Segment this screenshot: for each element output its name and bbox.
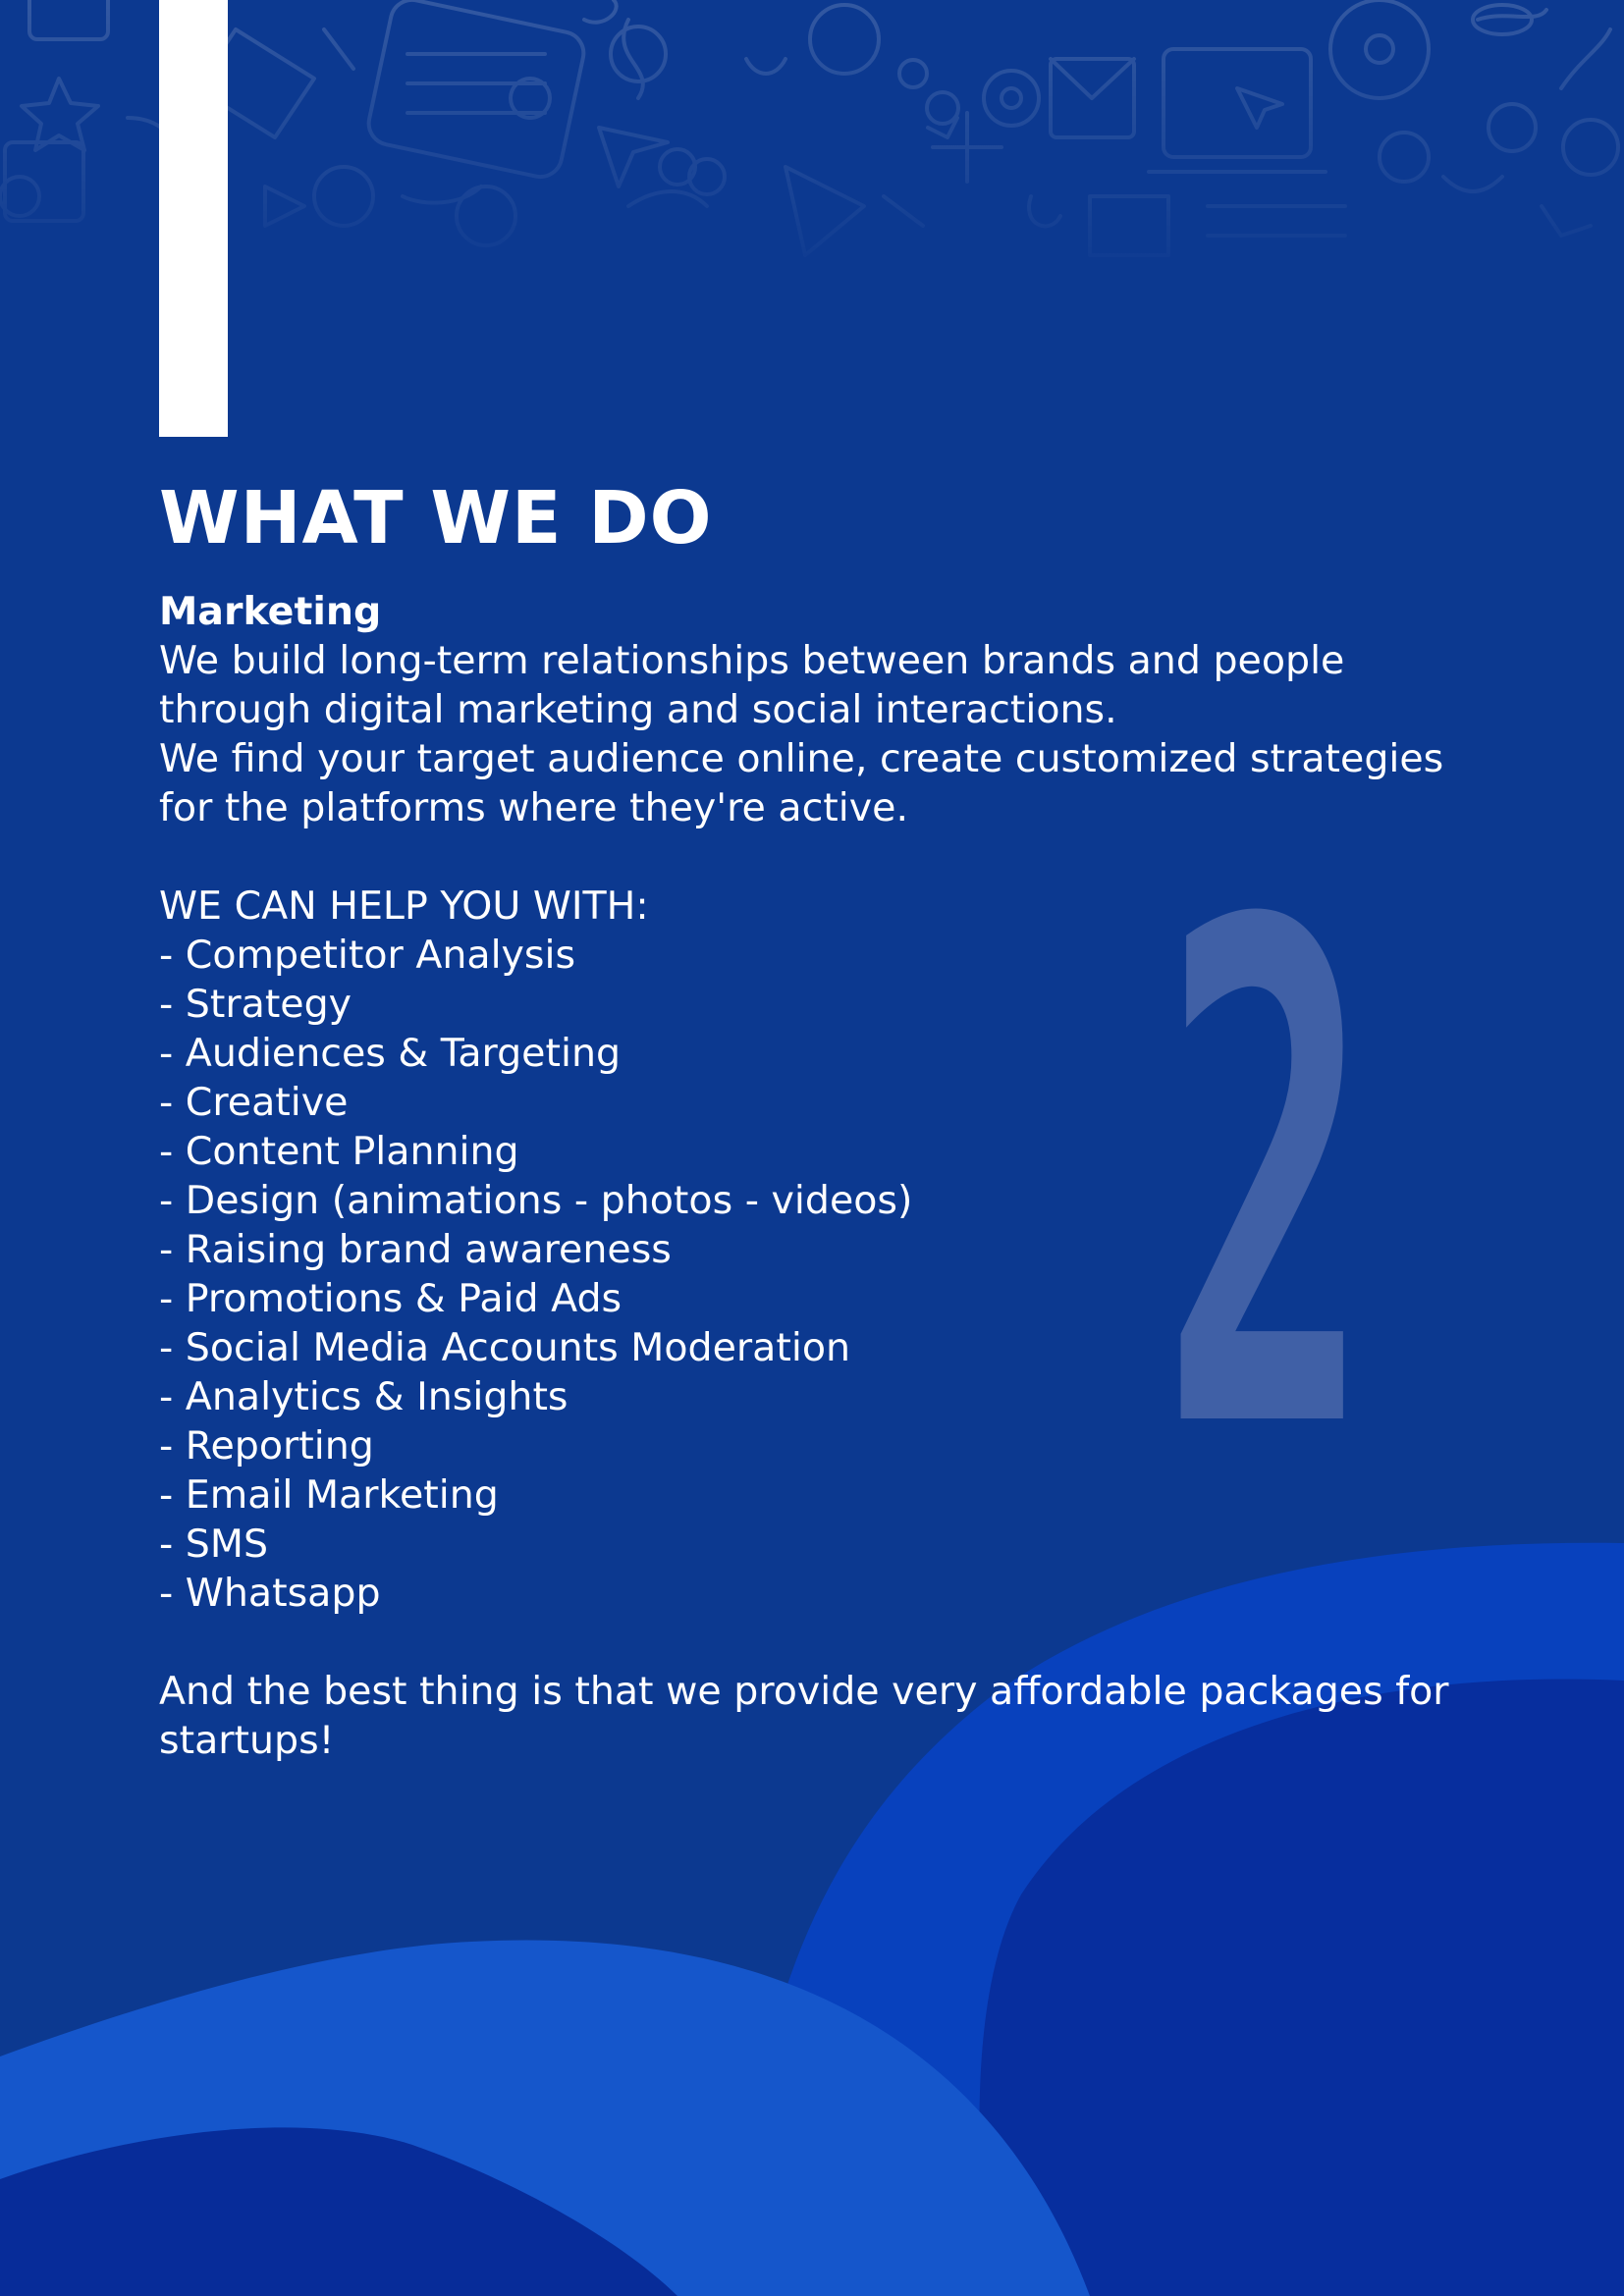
service-item: - Email Marketing — [159, 1472, 499, 1518]
brochure-page: 2 WHAT WE DO Marketing We build long-ter… — [0, 0, 1624, 2296]
service-item: - Design (animations - photos - videos) — [159, 1178, 913, 1223]
service-item: - Social Media Accounts Moderation — [159, 1325, 851, 1370]
service-item: - Strategy — [159, 982, 352, 1027]
intro-line: We build long-term relationships between… — [159, 638, 1345, 683]
section-heading: Marketing — [159, 589, 382, 634]
service-item: - Competitor Analysis — [159, 933, 576, 978]
service-item: - Reporting — [159, 1423, 374, 1468]
closing-line: startups! — [159, 1718, 335, 1763]
service-item: - Raising brand awareness — [159, 1227, 672, 1272]
service-item: - Creative — [159, 1080, 349, 1125]
page-title: WHAT WE DO — [159, 476, 713, 561]
marketing-section: Marketing We build long-term relationshi… — [159, 587, 1534, 1765]
help-heading: WE CAN HELP YOU WITH: — [159, 883, 649, 929]
intro-paragraph: We build long-term relationships between… — [159, 636, 1534, 832]
service-item: - Audiences & Targeting — [159, 1031, 622, 1076]
service-item: - SMS — [159, 1522, 269, 1567]
intro-line: through digital marketing and social int… — [159, 687, 1117, 732]
accent-vertical-bar — [159, 0, 228, 437]
service-item: - Whatsapp — [159, 1571, 381, 1616]
closing-line: And the best thing is that we provide ve… — [159, 1669, 1449, 1714]
services-list: - Competitor Analysis - Strategy - Audie… — [159, 931, 1534, 1618]
service-item: - Promotions & Paid Ads — [159, 1276, 623, 1321]
service-item: - Analytics & Insights — [159, 1374, 568, 1419]
intro-line: We find your target audience online, cre… — [159, 736, 1444, 781]
service-item: - Content Planning — [159, 1129, 519, 1174]
intro-line: for the platforms where they're active. — [159, 785, 908, 830]
closing-paragraph: And the best thing is that we provide ve… — [159, 1667, 1534, 1765]
